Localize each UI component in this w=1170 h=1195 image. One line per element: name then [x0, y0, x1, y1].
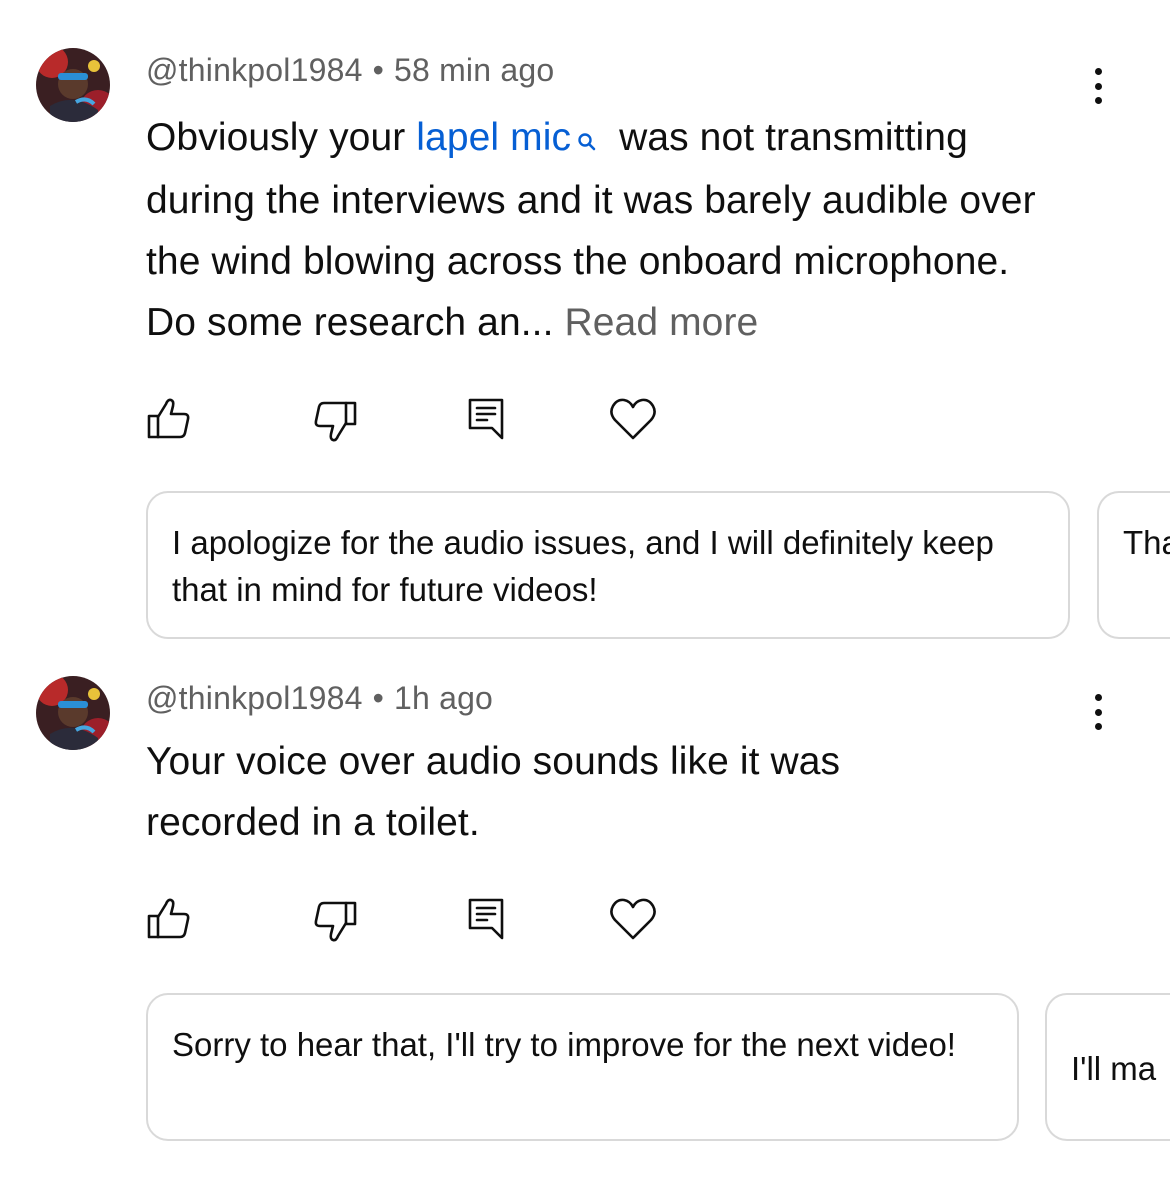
meta-separator: •	[372, 52, 384, 88]
avatar[interactable]	[36, 48, 110, 122]
more-vertical-icon[interactable]	[1084, 692, 1112, 732]
like-button[interactable]	[146, 394, 198, 446]
comment-reply-icon	[468, 898, 504, 940]
comment-author[interactable]: @thinkpol1984	[146, 680, 363, 716]
suggested-reply[interactable]: I apologize for the audio issues, and I …	[146, 491, 1070, 639]
thumbs-up-icon	[147, 898, 190, 939]
more-vertical-icon[interactable]	[1084, 66, 1112, 106]
suggested-reply[interactable]: Sorry to hear that, I'll try to improve …	[146, 993, 1019, 1141]
comment-time[interactable]: 1h ago	[394, 680, 493, 716]
thumbs-down-icon	[314, 901, 357, 942]
like-button[interactable]	[146, 894, 198, 946]
dislike-button[interactable]	[306, 894, 358, 946]
thumbs-up-icon	[147, 398, 190, 439]
search-icon[interactable]	[577, 109, 597, 170]
comment-meta: @thinkpol1984 • 58 min ago	[146, 52, 554, 89]
avatar[interactable]	[36, 676, 110, 750]
reply-button[interactable]	[460, 894, 512, 946]
read-more-link[interactable]: Read more	[565, 301, 759, 344]
comment-text: Your voice over audio sounds like it was…	[146, 740, 841, 844]
thumbs-down-icon	[314, 401, 357, 442]
heart-button[interactable]	[607, 894, 659, 946]
comment-time[interactable]: 58 min ago	[394, 52, 554, 88]
heart-icon	[610, 898, 656, 940]
comment-author[interactable]: @thinkpol1984	[146, 52, 363, 88]
comment-meta: @thinkpol1984 • 1h ago	[146, 680, 493, 717]
suggested-reply[interactable]: Tha for	[1097, 491, 1170, 639]
meta-separator: •	[372, 680, 384, 716]
comment-text: Obviously your lapel mic was not transmit…	[146, 107, 1066, 353]
heart-icon	[610, 398, 656, 440]
search-link[interactable]: lapel mic	[416, 116, 571, 159]
suggested-reply[interactable]: I'll ma	[1045, 993, 1170, 1141]
dislike-button[interactable]	[306, 394, 358, 446]
comment-reply-icon	[468, 398, 504, 440]
reply-button[interactable]	[460, 394, 512, 446]
heart-button[interactable]	[607, 394, 659, 446]
